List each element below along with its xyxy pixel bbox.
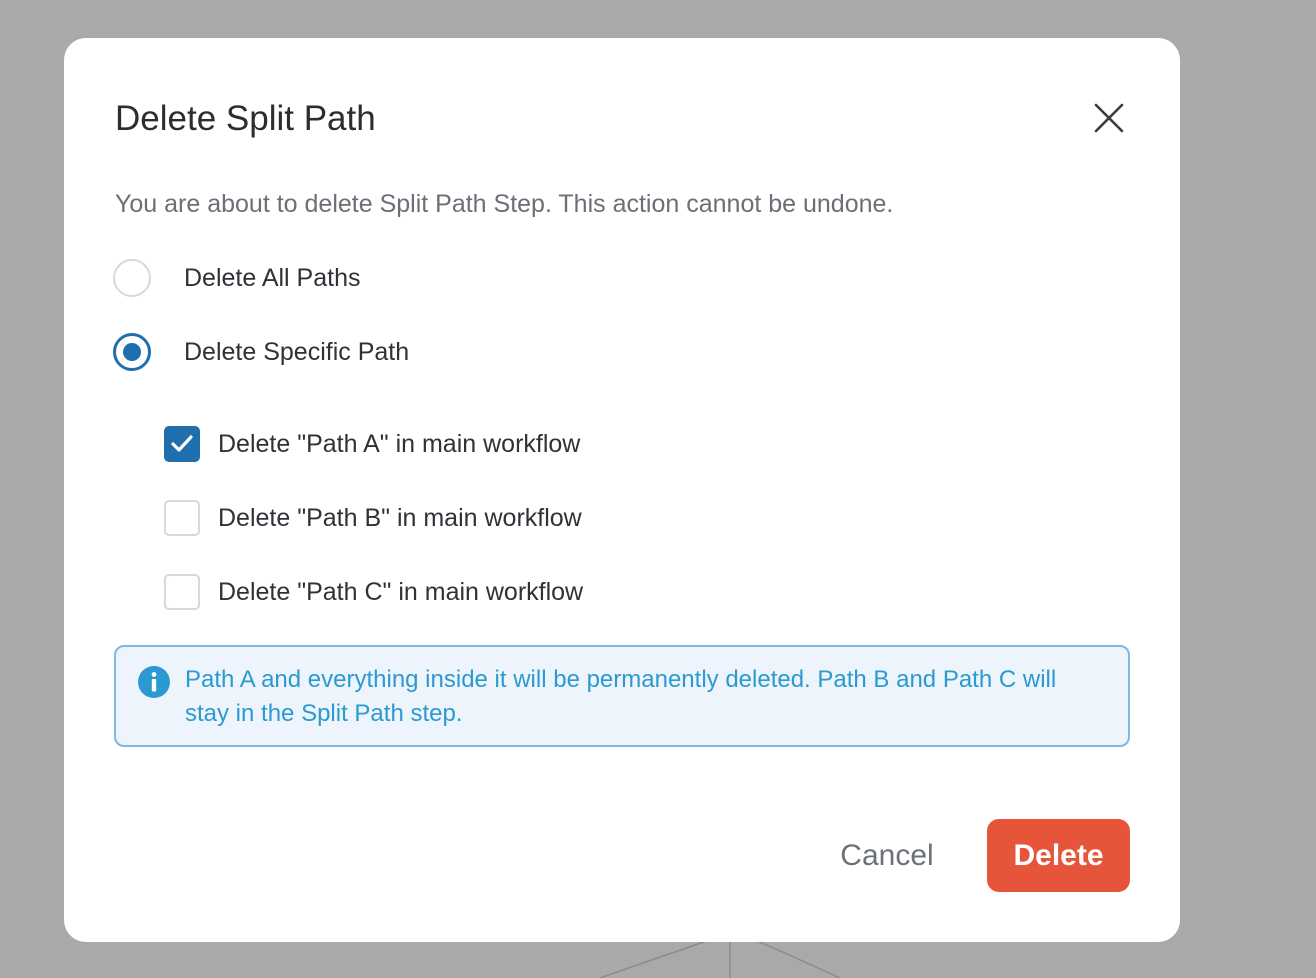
checkmark-icon (171, 435, 193, 452)
cancel-button[interactable]: Cancel (822, 828, 952, 884)
info-message: Path A and everything inside it will be … (185, 666, 1057, 727)
checkbox-unchecked[interactable] (164, 500, 200, 536)
close-button[interactable] (1089, 98, 1129, 138)
checkbox-row-path-c[interactable]: Delete "Path C" in main workflow (164, 572, 583, 612)
radio-delete-specific-path[interactable]: Delete Specific Path (113, 330, 409, 374)
checkbox-checked[interactable] (164, 426, 200, 462)
checkbox-label: Delete "Path C" in main workflow (218, 577, 584, 606)
info-icon (138, 666, 170, 698)
radio-delete-all-paths[interactable]: Delete All Paths (113, 256, 361, 300)
delete-split-path-dialog: Delete Split Path You are about to delet… (64, 38, 1180, 942)
checkbox-row-path-a[interactable]: Delete "Path A" in main workflow (164, 424, 580, 464)
checkbox-unchecked[interactable] (164, 574, 200, 610)
delete-button[interactable]: Delete (987, 819, 1130, 892)
dialog-description: You are about to delete Split Path Step.… (115, 190, 894, 218)
close-icon (1094, 103, 1124, 133)
radio-label: Delete Specific Path (184, 337, 410, 366)
radio-label: Delete All Paths (184, 263, 361, 292)
info-alert: Path A and everything inside it will be … (114, 645, 1130, 747)
checkbox-label: Delete "Path A" in main workflow (218, 429, 581, 458)
radio-button[interactable] (113, 259, 151, 297)
radio-button-selected[interactable] (113, 333, 151, 371)
checkbox-label: Delete "Path B" in main workflow (218, 503, 582, 532)
checkbox-row-path-b[interactable]: Delete "Path B" in main workflow (164, 498, 582, 538)
dialog-title: Delete Split Path (115, 99, 376, 138)
